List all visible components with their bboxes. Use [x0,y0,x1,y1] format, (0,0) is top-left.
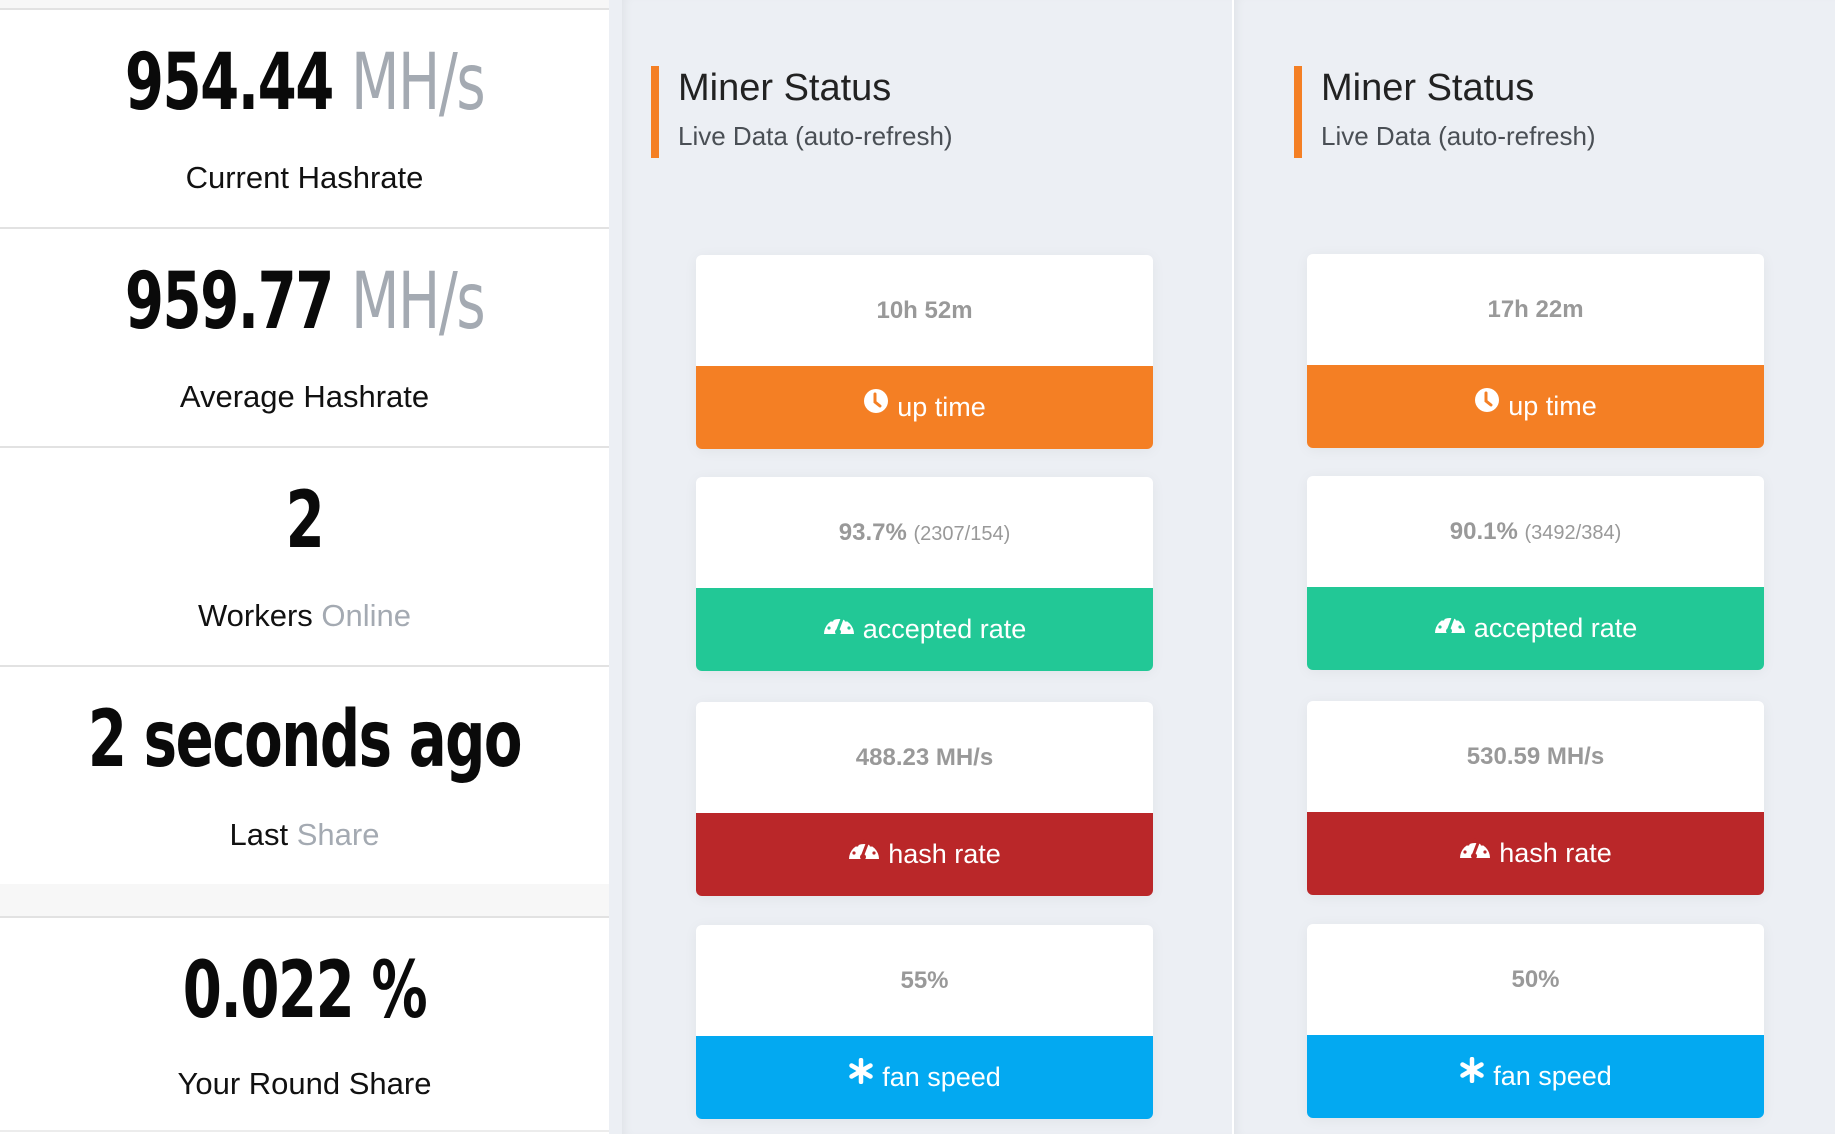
card-footer: accepted rate [1307,587,1764,670]
card-value-text: 17h 22m [1487,296,1584,323]
asterisk-icon [1459,1033,1485,1116]
stat-number: 2 [285,476,325,566]
card-value-text: 50% [1511,966,1560,993]
accent-bar [651,66,659,158]
stat-number: 2 seconds ago [87,695,523,785]
card-label: fan speed [1493,1061,1612,1091]
stat-value: 2 seconds ago [85,695,523,785]
card-footer: hash rate [1307,812,1764,895]
uptime-card: 17h 22m up time [1307,254,1764,448]
hash-rate-card: 488.23 MH/s hash rate [696,702,1153,896]
card-value: 10h 52m [696,255,1153,366]
card-value-text: 55% [900,967,949,994]
card-label: hash rate [1499,838,1612,868]
stat-workers-online: 2 Workers Online [0,448,609,667]
stat-label: Current Hashrate [0,158,609,198]
stat-unit: MH/s [351,38,486,128]
accepted-rate-card: 93.7% (2307/154) accepted rate [696,477,1153,671]
pool-stats-column: 954.44 MH/s Current Hashrate 959.77 MH/s… [0,0,609,1134]
stat-label-text: Workers [197,598,313,633]
card-footer: fan speed [696,1036,1153,1119]
stat-unit: MH/s [351,257,486,347]
stat-value: 0.022 % [85,946,523,1036]
panel-title: Miner Status [678,67,892,109]
stat-number: 0.022 % [182,946,428,1036]
card-label: hash rate [888,839,1001,869]
stat-label-text: Last [229,817,289,852]
gauge-icon [848,811,880,894]
card-footer: up time [1307,365,1764,448]
gauge-icon [1434,585,1466,668]
stat-number: 954.44 [124,38,335,128]
stat-label-text: Average Hashrate [179,379,430,414]
stat-label-muted: Share [296,817,380,852]
miner-status-panel-1: Miner Status Live Data (auto-refresh) 10… [622,0,1232,1134]
fan-speed-card: 55% fan speed [696,925,1153,1119]
card-value-text: 10h 52m [876,297,973,324]
uptime-card: 10h 52m up time [696,255,1153,449]
card-value-text: 93.7% [838,519,907,546]
miner-status-panel-2: Miner Status Live Data (auto-refresh) 17… [1234,0,1835,1134]
stat-last-share: 2 seconds ago Last Share [0,667,609,886]
asterisk-icon [848,1034,874,1117]
stat-label: Workers Online [0,596,609,636]
panel-subtitle: Live Data (auto-refresh) [678,121,953,151]
stat-value: 954.44 MH/s [85,38,523,128]
card-value-text: 530.59 MH/s [1466,743,1605,770]
card-value-text: 488.23 MH/s [855,744,994,771]
stat-label-text: Current Hashrate [185,160,424,195]
clock-icon [1474,363,1500,446]
fan-speed-card: 50% fan speed [1307,924,1764,1118]
card-value-extra: (3492/384) [1524,522,1622,544]
stat-label: Average Hashrate [0,377,609,417]
card-footer: up time [696,366,1153,449]
card-value-extra: (2307/154) [913,523,1011,545]
card-value: 488.23 MH/s [696,702,1153,813]
hash-rate-card: 530.59 MH/s hash rate [1307,701,1764,895]
stat-round-share: 0.022 % Your Round Share [0,918,609,1132]
clock-icon [863,364,889,447]
accepted-rate-card: 90.1% (3492/384) accepted rate [1307,476,1764,670]
card-value-text: 90.1% [1449,518,1518,545]
panel-subtitle: Live Data (auto-refresh) [1321,121,1596,151]
card-value: 50% [1307,924,1764,1035]
card-value: 90.1% (3492/384) [1307,476,1764,587]
card-label: accepted rate [862,614,1027,644]
stat-value: 2 [85,476,523,566]
section-gap [0,884,609,918]
stat-label: Your Round Share [0,1064,609,1104]
stat-current-hashrate: 954.44 MH/s Current Hashrate [0,10,609,229]
accent-bar [1294,66,1302,158]
top-band [0,0,609,10]
card-value: 55% [696,925,1153,1036]
card-value: 530.59 MH/s [1307,701,1764,812]
gauge-icon [823,586,855,669]
card-label: up time [897,392,986,422]
card-label: accepted rate [1473,613,1638,643]
stat-number: 959.77 [124,257,335,347]
stat-value: 959.77 MH/s [85,257,523,347]
card-footer: accepted rate [696,588,1153,671]
card-footer: fan speed [1307,1035,1764,1118]
card-value: 17h 22m [1307,254,1764,365]
card-label: fan speed [882,1062,1001,1092]
panel-title: Miner Status [1321,67,1535,109]
stat-label: Last Share [0,815,609,855]
stat-average-hashrate: 959.77 MH/s Average Hashrate [0,229,609,448]
card-label: up time [1508,391,1597,421]
stat-label-muted: Online [321,598,412,633]
stat-label-text: Your Round Share [177,1066,432,1101]
card-footer: hash rate [696,813,1153,896]
card-value: 93.7% (2307/154) [696,477,1153,588]
gauge-icon [1459,810,1491,893]
